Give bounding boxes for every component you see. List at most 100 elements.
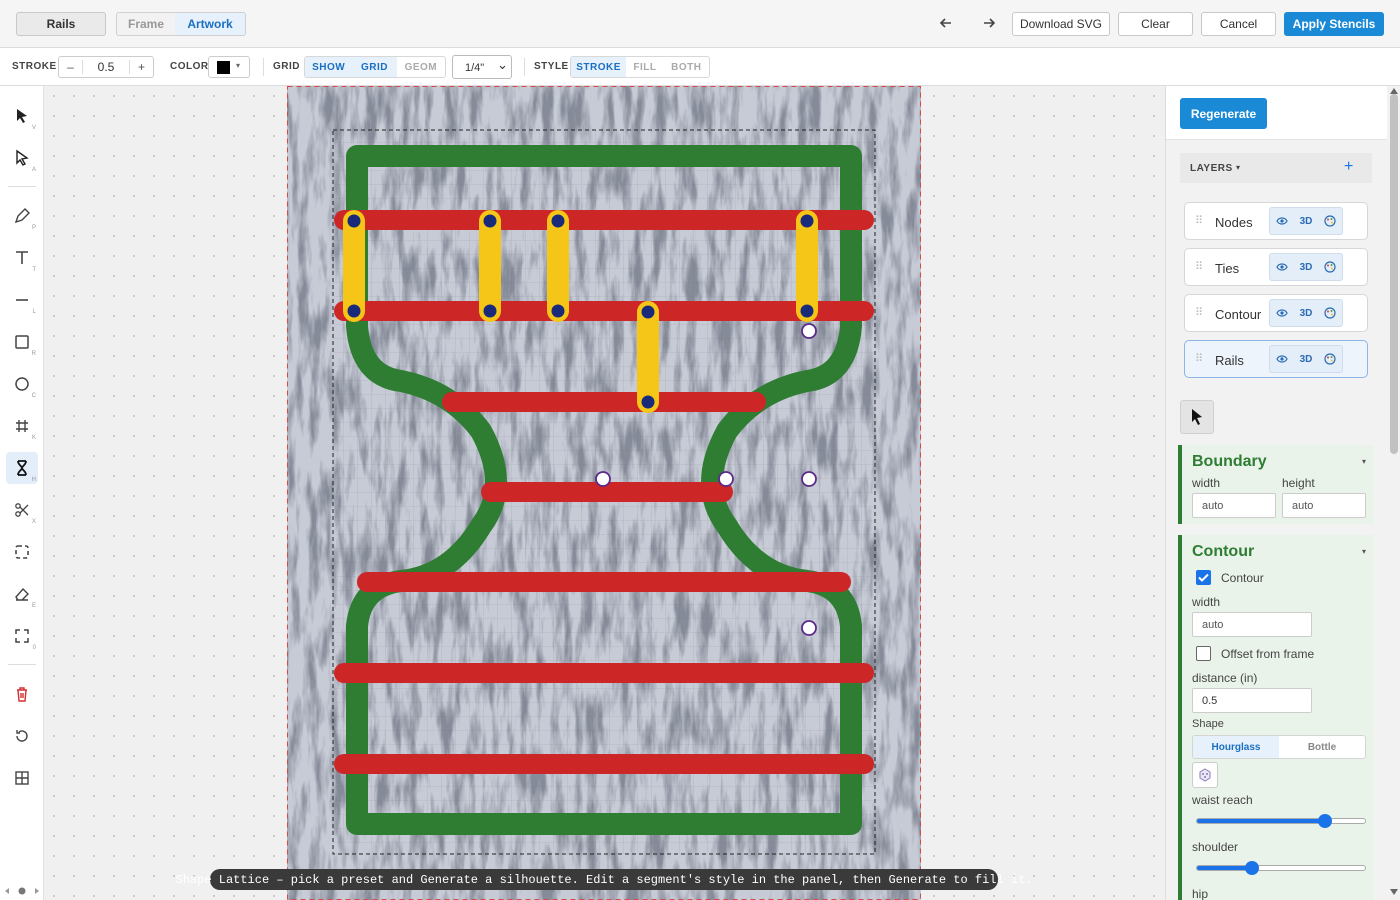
node[interactable] bbox=[800, 304, 814, 318]
boundary-width-input[interactable]: auto bbox=[1192, 493, 1276, 518]
boundary-height-input[interactable]: auto bbox=[1282, 493, 1366, 518]
palette-icon[interactable] bbox=[1324, 353, 1336, 365]
circle-tool[interactable]: C bbox=[6, 368, 38, 400]
style-stroke-toggle[interactable]: STROKE bbox=[571, 57, 627, 77]
3d-toggle[interactable]: 3D bbox=[1300, 262, 1313, 273]
node[interactable] bbox=[483, 214, 497, 228]
drag-handle-icon[interactable]: ⠿ bbox=[1195, 306, 1203, 319]
direct-select-tool[interactable]: A bbox=[6, 142, 38, 174]
add-layer-button[interactable]: + bbox=[1344, 158, 1353, 176]
grid-tool[interactable]: K bbox=[6, 410, 38, 442]
contour-handle[interactable] bbox=[595, 471, 611, 487]
scroll-down-icon[interactable] bbox=[1390, 889, 1398, 895]
apply-stencils-button[interactable]: Apply Stencils bbox=[1284, 12, 1384, 36]
grid-geom-toggle[interactable]: GEOM bbox=[397, 57, 445, 77]
contour-handle[interactable] bbox=[801, 620, 817, 636]
node[interactable] bbox=[347, 304, 361, 318]
scissors-tool[interactable]: X bbox=[6, 494, 38, 526]
style-both-toggle[interactable]: BOTH bbox=[664, 57, 709, 77]
reset-tool[interactable] bbox=[6, 720, 38, 752]
scroll-arrows-icon[interactable] bbox=[4, 886, 40, 896]
shape-bottle-option[interactable]: Bottle bbox=[1279, 736, 1365, 758]
eye-icon[interactable] bbox=[1276, 354, 1288, 364]
contour-checkbox[interactable] bbox=[1196, 570, 1211, 585]
layer-row-nodes[interactable]: ⠿ Nodes 3D bbox=[1184, 202, 1368, 240]
hourglass-tool[interactable]: H bbox=[6, 452, 38, 484]
stroke-increment[interactable]: + bbox=[129, 60, 153, 74]
download-svg-button[interactable]: Download SVG bbox=[1012, 12, 1110, 36]
node[interactable] bbox=[551, 304, 565, 318]
drag-handle-icon[interactable]: ⠿ bbox=[1195, 214, 1203, 227]
pointer-mode-button[interactable] bbox=[1180, 400, 1214, 434]
palette-icon[interactable] bbox=[1324, 215, 1336, 227]
offset-checkbox[interactable] bbox=[1196, 646, 1211, 661]
contour-handle[interactable] bbox=[801, 471, 817, 487]
contour-handle[interactable] bbox=[801, 323, 817, 339]
caret-down-icon[interactable]: ▾ bbox=[1362, 457, 1366, 466]
layer-toggles: 3D bbox=[1269, 299, 1343, 327]
stroke-decrement[interactable]: – bbox=[59, 60, 83, 74]
drag-handle-icon[interactable]: ⠿ bbox=[1195, 352, 1203, 365]
eraser-tool[interactable]: E bbox=[6, 578, 38, 610]
panel-scrollbar[interactable] bbox=[1388, 86, 1400, 900]
caret-down-icon[interactable]: ▾ bbox=[1362, 547, 1366, 556]
select-tool[interactable]: V bbox=[6, 100, 38, 132]
palette-icon[interactable] bbox=[1324, 261, 1336, 273]
delete-tool[interactable] bbox=[6, 678, 38, 710]
tab-frame[interactable]: Frame bbox=[117, 13, 175, 35]
drag-handle-icon[interactable]: ⠿ bbox=[1195, 260, 1203, 273]
frame-tool[interactable] bbox=[6, 536, 38, 568]
contour-title[interactable]: Contour bbox=[1192, 543, 1254, 561]
artboard[interactable] bbox=[287, 86, 921, 900]
design-canvas[interactable] bbox=[44, 86, 1165, 900]
stroke-stepper[interactable]: – 0.5 + bbox=[58, 56, 154, 78]
color-picker[interactable]: ▾ bbox=[208, 56, 250, 78]
contour-handle[interactable] bbox=[718, 471, 734, 487]
shoulder-slider[interactable] bbox=[1196, 861, 1366, 875]
style-fill-toggle[interactable]: FILL bbox=[626, 57, 663, 77]
node[interactable] bbox=[800, 214, 814, 228]
palette-icon[interactable] bbox=[1324, 307, 1336, 319]
boundary-title[interactable]: Boundary bbox=[1192, 453, 1267, 471]
layout-tool[interactable] bbox=[6, 762, 38, 794]
node[interactable] bbox=[641, 305, 655, 319]
eye-icon[interactable] bbox=[1276, 308, 1288, 318]
stroke-value[interactable]: 0.5 bbox=[83, 60, 129, 74]
randomize-button[interactable] bbox=[1192, 762, 1218, 788]
3d-toggle[interactable]: 3D bbox=[1300, 216, 1313, 227]
text-tool[interactable]: T bbox=[6, 242, 38, 274]
grid-size-select[interactable]: 1/4" ⌄ bbox=[452, 55, 512, 79]
fit-tool[interactable]: 0 bbox=[6, 620, 38, 652]
contour-width-input[interactable]: auto bbox=[1192, 612, 1312, 637]
node[interactable] bbox=[551, 214, 565, 228]
redo-icon[interactable] bbox=[978, 12, 1000, 34]
grid-grid-toggle[interactable]: GRID bbox=[352, 57, 397, 77]
grid-show-toggle[interactable]: SHOW bbox=[305, 57, 353, 77]
tab-artwork[interactable]: Artwork bbox=[175, 13, 245, 35]
pen-tool[interactable]: P bbox=[6, 200, 38, 232]
distance-input[interactable]: 0.5 bbox=[1192, 688, 1312, 713]
clear-button[interactable]: Clear bbox=[1118, 12, 1193, 36]
eye-icon[interactable] bbox=[1276, 216, 1288, 226]
node[interactable] bbox=[347, 214, 361, 228]
regenerate-button[interactable]: Regenerate bbox=[1180, 98, 1267, 129]
layer-row-ties[interactable]: ⠿ Ties 3D bbox=[1184, 248, 1368, 286]
cancel-button[interactable]: Cancel bbox=[1201, 12, 1276, 36]
shoulder-thumb[interactable] bbox=[1245, 861, 1260, 875]
node[interactable] bbox=[483, 304, 497, 318]
rectangle-tool[interactable]: R bbox=[6, 326, 38, 358]
rails-button[interactable]: Rails bbox=[16, 12, 106, 36]
3d-toggle[interactable]: 3D bbox=[1300, 354, 1313, 365]
scrollbar-thumb[interactable] bbox=[1390, 94, 1398, 454]
layers-title[interactable]: LAYERS bbox=[1190, 163, 1233, 174]
undo-icon[interactable] bbox=[935, 12, 957, 34]
waist-reach-slider[interactable] bbox=[1196, 814, 1366, 828]
layer-row-rails[interactable]: ⠿ Rails 3D bbox=[1184, 340, 1368, 378]
layer-row-contour[interactable]: ⠿ Contour 3D bbox=[1184, 294, 1368, 332]
waist-reach-thumb[interactable] bbox=[1317, 814, 1332, 828]
line-tool[interactable]: L bbox=[6, 284, 38, 316]
node[interactable] bbox=[641, 395, 655, 409]
3d-toggle[interactable]: 3D bbox=[1300, 308, 1313, 319]
eye-icon[interactable] bbox=[1276, 262, 1288, 272]
shape-hourglass-option[interactable]: Hourglass bbox=[1193, 736, 1279, 758]
